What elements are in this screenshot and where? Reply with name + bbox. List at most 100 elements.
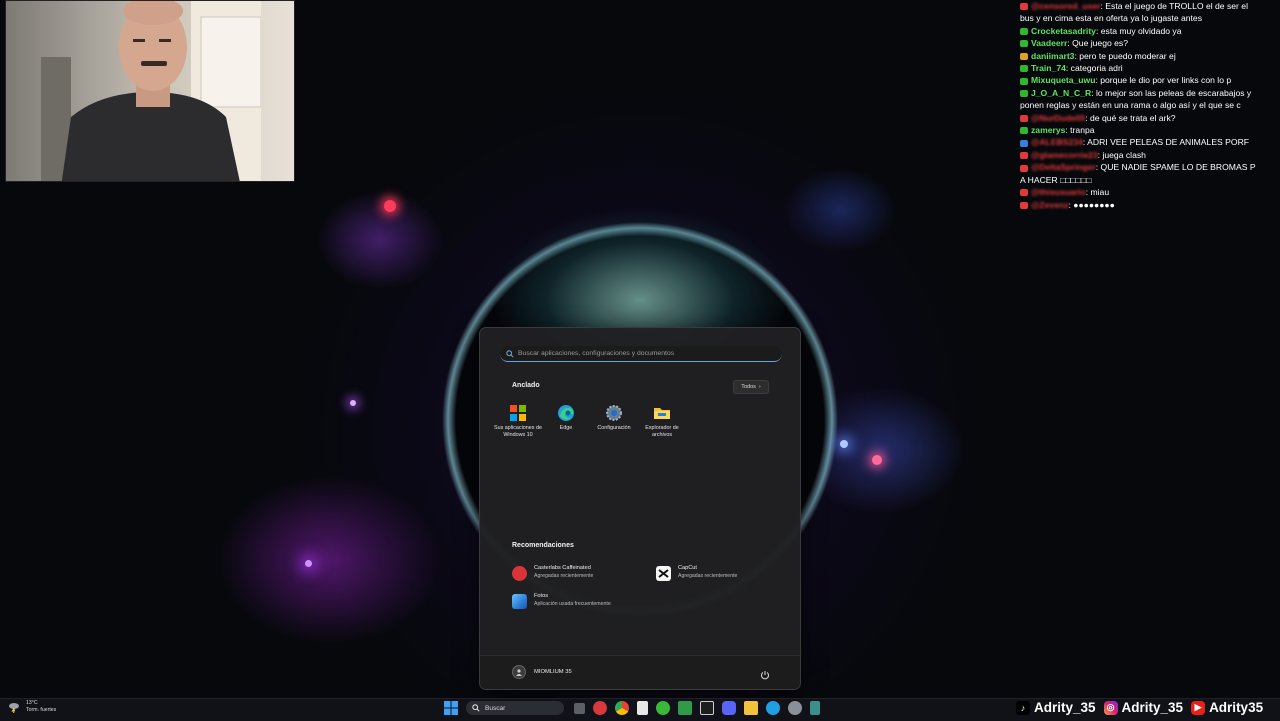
chat-message: J_O_A_N_C_R: lo mejor son las peleas de … — [1020, 87, 1280, 99]
chat-username: @censored_user — [1031, 1, 1101, 11]
folder-icon[interactable] — [744, 701, 758, 715]
chat-username: Mixuqueta_uwu — [1031, 75, 1096, 86]
chat-text: : miau — [1085, 187, 1110, 198]
chat-username: @thisusuario — [1031, 187, 1086, 198]
chat-message: Mixuqueta_uwu: porque le dio por ver lin… — [1020, 74, 1280, 86]
chat-text: : juega clash — [1097, 149, 1146, 160]
chevron-right-icon: › — [758, 384, 761, 390]
pinned-app-windows-apps[interactable]: Sus aplicaciones de Windows 10 — [494, 404, 542, 439]
recommendation-casterlabs[interactable]: Casterlabs Caffeinated Agregadas recient… — [512, 564, 593, 581]
chat-username: @Zevenz — [1031, 199, 1069, 210]
chat-message: A HACER □□□□□□ — [1020, 174, 1280, 186]
chat-text: bus y en cima esta en oferta ya lo jugas… — [1020, 13, 1203, 24]
chat-text: A HACER □□□□□□ — [1020, 174, 1092, 185]
chat-message: @DeltaSpringer: QUE NADIE SPAME LO DE BR… — [1020, 161, 1280, 173]
search-icon — [472, 704, 480, 712]
pinned-app-label: Edge — [559, 425, 573, 431]
chat-message: @NurDude05: de qué se trata el ark? — [1020, 112, 1280, 124]
pinned-app-file-explorer[interactable]: Explorador de archivos — [638, 404, 686, 439]
chat-message: @thisusuario: miau — [1020, 186, 1280, 198]
chat-username: @ALEBS234 — [1031, 137, 1083, 148]
storm-cloud-icon — [9, 703, 19, 713]
chat-badge-icon — [1020, 164, 1028, 172]
windows-logo-icon — [444, 701, 458, 715]
pinned-apps: Sus aplicaciones de Windows 10 Edge Conf… — [494, 404, 686, 439]
all-apps-label: Todos — [741, 384, 756, 390]
recommendations-title: Recomendaciones — [512, 542, 574, 549]
stream-chat: @censored_user: Esta el juego de TROLLO … — [1020, 0, 1280, 210]
webcam-overlay — [5, 0, 295, 182]
opera-icon[interactable] — [593, 701, 607, 715]
recommendation-subtitle: Aplicación usada frecuentemente — [534, 601, 611, 607]
app-icon[interactable] — [810, 701, 820, 715]
recommendation-subtitle: Agregadas recientemente — [678, 573, 738, 579]
chat-text: : tranpa — [1065, 125, 1095, 136]
chat-text: : Que juego es? — [1067, 38, 1129, 49]
xbox-icon[interactable] — [656, 701, 670, 715]
chat-message: bus y en cima esta en oferta ya lo jugas… — [1020, 12, 1280, 24]
chat-username: @DeltaSpringer — [1031, 162, 1096, 173]
photos-icon — [512, 594, 527, 609]
social-handles: ♪ Adrity_35 ◎ Adrity_35 ▶ Adrity35 — [1016, 700, 1271, 715]
discord-icon[interactable] — [722, 701, 736, 715]
social-instagram: ◎ Adrity_35 — [1103, 700, 1183, 715]
taskbar-search[interactable]: Buscar — [466, 701, 564, 715]
violet-light — [350, 400, 356, 406]
chat-message: Vaadeerr: Que juego es? — [1020, 37, 1280, 49]
recommendation-photos[interactable]: Fotos Aplicación usada frecuentemente — [512, 592, 611, 609]
pinned-app-label: Explorador de archivos — [645, 425, 679, 438]
chat-text: : pero te puedo moderar ej — [1074, 50, 1176, 61]
social-tiktok: ♪ Adrity_35 — [1016, 700, 1096, 715]
taskbar-search-label: Buscar — [485, 704, 506, 712]
task-view-icon[interactable] — [574, 702, 585, 714]
settings-gear-icon[interactable] — [788, 701, 802, 715]
all-apps-button[interactable]: Todos › — [733, 380, 769, 394]
blue-light — [840, 440, 848, 448]
youtube-icon: ▶ — [1191, 700, 1206, 715]
power-icon — [761, 671, 769, 680]
tiktok-icon: ♪ — [1016, 700, 1030, 715]
settings-gear-icon — [605, 404, 623, 422]
chat-message: @glamecorrie23: juega clash — [1020, 149, 1280, 161]
user-avatar-icon — [512, 665, 526, 679]
start-search-input[interactable] — [514, 350, 768, 357]
chat-text: : ADRI VEE PELEAS DE ANIMALES PORF — [1082, 137, 1250, 148]
social-youtube: ▶ Adrity35 — [1191, 700, 1263, 715]
capcut-icon[interactable] — [700, 701, 714, 715]
chat-message: @ALEBS234: ADRI VEE PELEAS DE ANIMALES P… — [1020, 136, 1280, 148]
red-light — [384, 200, 396, 212]
weather-desc: Torm. fuertes — [26, 707, 57, 713]
chat-username: @NurDude05 — [1031, 112, 1086, 123]
chat-username: Crocketasadrity — [1031, 25, 1096, 36]
notepad-icon[interactable] — [637, 701, 648, 715]
chat-badge-icon — [1020, 201, 1028, 209]
chat-badge-icon — [1020, 65, 1028, 73]
user-name: MIOMLIUM 35 — [534, 669, 572, 675]
chat-message: Crocketasadrity: esta muy olvidado ya — [1020, 25, 1280, 37]
user-account-button[interactable]: MIOMLIUM 35 — [512, 665, 572, 679]
edge-icon — [557, 404, 575, 422]
chat-badge-icon — [1020, 189, 1028, 197]
pinned-app-settings[interactable]: Configuración — [590, 404, 638, 439]
start-search-box[interactable] — [500, 346, 782, 362]
tool-icon[interactable] — [678, 701, 692, 715]
chat-message: zamerys: tranpa — [1020, 124, 1280, 136]
recommendation-capcut[interactable]: CapCut Agregadas recientemente — [656, 564, 737, 581]
power-button[interactable] — [760, 667, 770, 685]
chrome-icon[interactable] — [615, 701, 629, 715]
start-button[interactable] — [444, 701, 458, 715]
edge-icon[interactable] — [766, 701, 780, 715]
chat-text: : de qué se trata el ark? — [1085, 112, 1176, 123]
weather-widget[interactable]: 13°C Torm. fuertes — [8, 700, 56, 714]
capcut-icon — [656, 566, 671, 581]
pinned-title: Anclado — [512, 382, 540, 389]
folder-icon — [653, 404, 671, 422]
chat-username: zamerys — [1031, 125, 1066, 136]
chat-message: daniimart3: pero te puedo moderar ej — [1020, 50, 1280, 62]
recommendation-name: Fotos — [534, 593, 548, 599]
taskbar-apps: Buscar — [444, 701, 828, 715]
chat-username: daniimart3 — [1031, 50, 1075, 61]
chat-text: : lo mejor son las peleas de escarabajos… — [1091, 87, 1252, 98]
pinned-app-edge[interactable]: Edge — [542, 404, 590, 439]
chat-badge-icon — [1020, 127, 1028, 135]
